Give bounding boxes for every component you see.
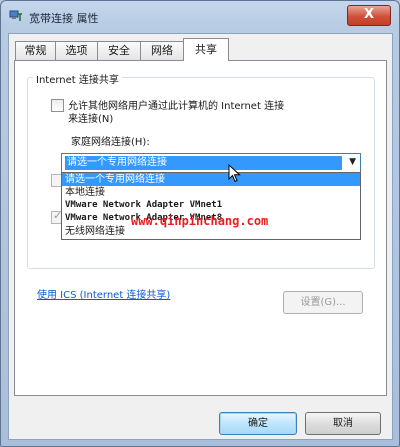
home-network-select[interactable]: 请选一个专用网络连接 ▼ <box>61 153 361 173</box>
home-network-label: 家庭网络连接(H): <box>71 137 150 148</box>
chevron-down-icon[interactable]: ▼ <box>349 157 356 167</box>
tab-general[interactable]: 常规 <box>15 41 56 60</box>
ok-button[interactable]: 确定 <box>219 412 297 435</box>
title-bar[interactable]: 宽带连接 属性 X <box>1 1 399 31</box>
close-button[interactable]: X <box>347 5 391 26</box>
dropdown-option[interactable]: 请选一个专用网络连接 <box>62 173 360 186</box>
network-connection-icon <box>9 10 22 21</box>
mouse-pointer-icon <box>228 164 241 183</box>
ics-help-link[interactable]: 使用 ICS (Internet 连接共享) <box>37 286 170 301</box>
cancel-button[interactable]: 取消 <box>305 412 381 435</box>
dropdown-option[interactable]: 本地连接 <box>62 186 360 199</box>
window-title: 宽带连接 属性 <box>29 12 99 25</box>
tab-networking[interactable]: 网络 <box>140 41 184 60</box>
allow-sharing-label-line2: 来连接(N) <box>68 114 114 125</box>
home-network-dropdown-list: 请选一个专用网络连接 本地连接 VMware Network Adapter V… <box>61 172 361 240</box>
ics-group-title: Internet 连接共享 <box>33 71 122 86</box>
settings-button[interactable]: 设置(G)... <box>283 291 363 314</box>
dropdown-option[interactable]: VMware Network Adapter VMnet1 <box>62 199 360 212</box>
tab-security[interactable]: 安全 <box>97 41 141 60</box>
watermark-text: www.qinpinchang.com <box>131 214 269 228</box>
allow-sharing-checkbox[interactable] <box>51 99 64 112</box>
tab-options[interactable]: 选项 <box>55 41 98 60</box>
home-network-select-value: 请选一个专用网络连接 <box>65 156 342 170</box>
properties-dialog: 宽带连接 属性 X 常规 选项 安全 网络 共享 Internet 连接共享 允… <box>0 0 400 447</box>
tab-sharing[interactable]: 共享 <box>183 38 229 61</box>
